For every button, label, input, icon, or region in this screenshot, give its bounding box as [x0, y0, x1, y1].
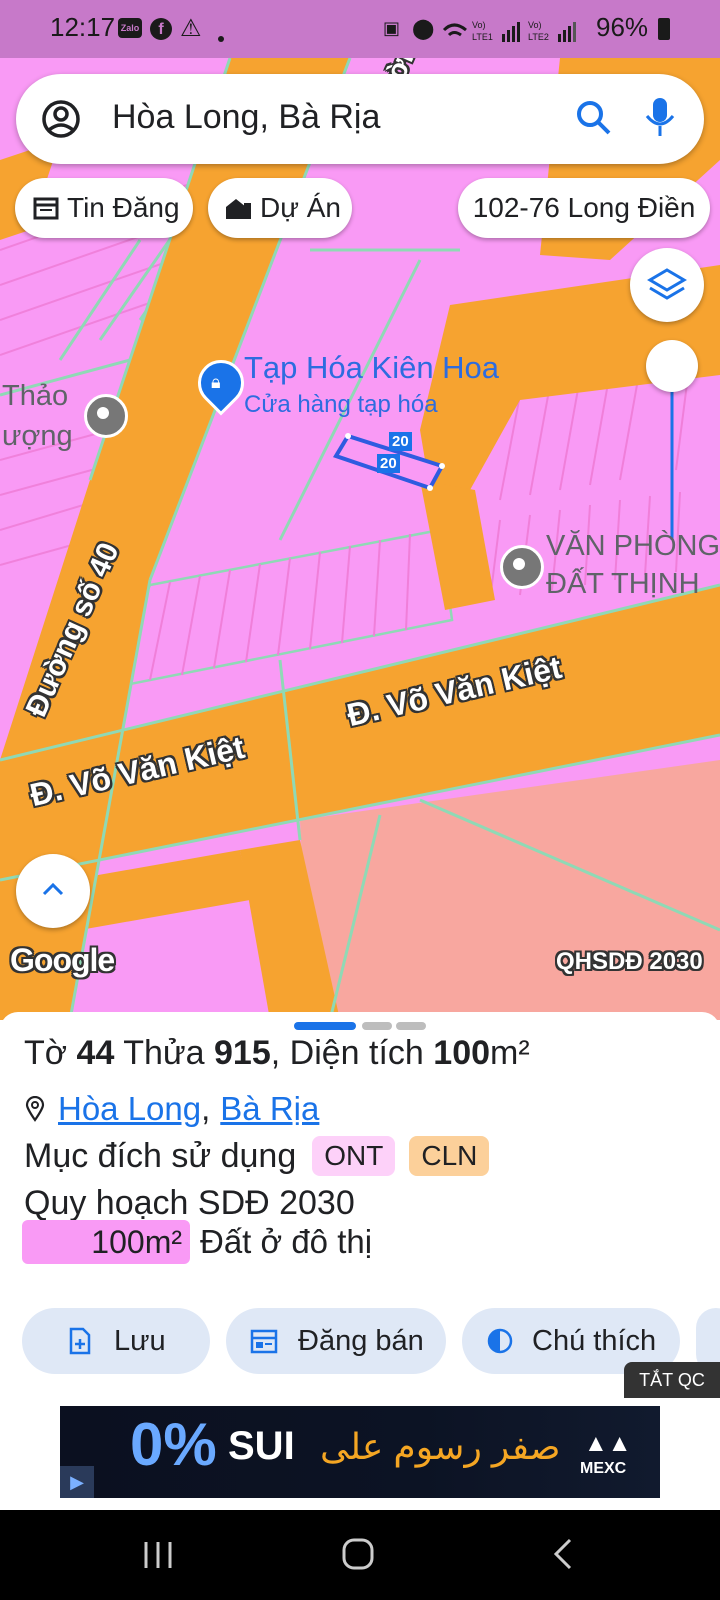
chip-du-an[interactable]: Dự Án — [208, 178, 352, 238]
post-sale-button[interactable]: Đăng bán — [226, 1308, 446, 1374]
svg-text:Vo): Vo) — [528, 20, 542, 30]
status-bar: 12:17 Zalo f ⚠ ▣ ⬤ Vo) LTE1 Vo) LTE2 96% — [0, 0, 720, 58]
back-icon[interactable] — [548, 1536, 578, 1572]
parcel-dim-label: 20 — [389, 432, 412, 451]
mexc-logo-mark: ▲▲ — [584, 1430, 632, 1457]
poi-name[interactable]: Tạp Hóa Kiên Hoa — [244, 350, 499, 386]
layers-button[interactable] — [630, 248, 704, 322]
chip-label: Dự Án — [260, 192, 341, 223]
poi-name[interactable]: Thảo — [2, 380, 68, 413]
poi-name[interactable]: ượng — [2, 420, 73, 453]
area-value: 100 — [433, 1034, 491, 1072]
ad-banner[interactable]: ▶ 0% SUI صفر رسوم على ▲▲ MEXC — [60, 1406, 660, 1498]
poi-name[interactable]: ĐẤT THỊNH — [546, 568, 700, 601]
poi-name[interactable]: VĂN PHÒNG — [546, 530, 720, 563]
location-pin-icon — [25, 1096, 45, 1122]
status-time: 12:17 — [50, 12, 116, 42]
parcel-label: Thửa — [123, 1034, 205, 1072]
area-label: , Diện tích — [270, 1034, 424, 1072]
parcel-number-value: 915 — [214, 1034, 271, 1072]
page-indicator[interactable] — [396, 1022, 426, 1030]
recent-apps-icon[interactable] — [140, 1538, 176, 1572]
pin-dot — [513, 558, 525, 570]
planning-description: Đất ở đô thị — [200, 1223, 373, 1260]
parcel-info-sheet[interactable]: Tờ 44 Thửa 915, Diện tích 100m² Hòa Long… — [0, 1012, 720, 1510]
lock-bag-glyph: 🔒︎ — [211, 372, 221, 392]
legend-label: Chú thích — [532, 1324, 657, 1357]
calendar-icon — [250, 1329, 278, 1354]
location-icon: ⬤ — [412, 18, 435, 40]
chevron-up-icon — [42, 882, 64, 896]
land-use-tag-cln[interactable]: CLN — [409, 1136, 490, 1176]
parcel-address: Hòa Long , Bà Rịa — [24, 1090, 319, 1128]
parcel-dim-label: 20 — [377, 454, 400, 473]
address-separator: , — [201, 1090, 211, 1127]
calendar-list-icon — [33, 197, 59, 220]
save-label: Lưu — [114, 1324, 166, 1357]
layer-name-label: QHSDĐ 2030 — [556, 948, 703, 975]
chip-label: Tin Đăng — [67, 192, 180, 223]
search-query[interactable]: Hòa Long, Bà Rịa — [112, 98, 380, 137]
search-icon[interactable] — [574, 98, 614, 138]
svg-text:LTE2: LTE2 — [528, 32, 549, 42]
sheet-number-value: 44 — [76, 1034, 115, 1072]
note-add-icon — [69, 1327, 91, 1355]
land-use-tag-ont[interactable]: ONT — [312, 1136, 396, 1176]
post-sale-label: Đăng bán — [298, 1324, 424, 1357]
ad-brand: MEXC — [580, 1460, 627, 1477]
poi-category: Cửa hàng tạp hóa — [244, 391, 438, 418]
battery-icon — [658, 18, 670, 40]
battery-percent: 96% — [596, 12, 649, 42]
ad-choices-icon[interactable]: ▶ — [60, 1466, 94, 1498]
svg-text:Vo): Vo) — [472, 20, 486, 30]
system-nav-bar — [0, 1510, 720, 1600]
building-icon — [226, 199, 251, 219]
planning-area-swatch: 100m² — [22, 1220, 190, 1264]
parcel-title: Tờ 44 Thửa 915, Diện tích 100m² — [24, 1034, 530, 1073]
pin-dot — [97, 407, 109, 419]
svg-text:LTE1: LTE1 — [472, 32, 493, 42]
city-link[interactable]: Bà Rịa — [220, 1090, 319, 1128]
chip-label: 102-76 Long Điền — [472, 192, 696, 223]
planning-title: Quy hoạch SDĐ 2030 — [24, 1184, 355, 1222]
chip-tin-dang[interactable]: Tin Đăng — [15, 178, 193, 238]
microphone-icon[interactable] — [642, 96, 678, 140]
ad-headline: SUI — [228, 1424, 295, 1468]
commune-link[interactable]: Hòa Long — [58, 1090, 201, 1128]
home-icon[interactable] — [340, 1536, 376, 1572]
land-purpose-label: Mục đích sử dụng — [24, 1136, 297, 1175]
dot-icon — [218, 36, 224, 42]
chip-location[interactable]: 102-76 Long Điền — [458, 178, 710, 238]
page-indicator[interactable] — [362, 1022, 392, 1030]
planning-row: 100m² Đất ở đô thị — [22, 1220, 372, 1264]
nfc-icon: ▣ — [383, 18, 401, 38]
contrast-icon — [487, 1328, 513, 1354]
ad-percent: 0% — [130, 1411, 217, 1478]
close-ads-button[interactable]: TẮT QC — [624, 1362, 720, 1398]
expand-button[interactable] — [16, 854, 90, 928]
layers-icon — [647, 268, 687, 300]
warning-icon: ⚠ — [180, 15, 202, 42]
save-button[interactable]: Lưu — [22, 1308, 210, 1374]
zalo-icon: Zalo — [118, 18, 142, 38]
sheet-label: Tờ — [24, 1034, 68, 1072]
search-bar[interactable]: Hòa Long, Bà Rịa — [16, 74, 704, 164]
account-icon[interactable] — [40, 98, 82, 140]
page-indicator-active[interactable] — [294, 1022, 356, 1030]
ad-arabic-text: صفر رسوم على — [320, 1426, 561, 1467]
google-logo: Google — [10, 942, 115, 978]
land-purpose-row: Mục đích sử dụng ONT CLN — [24, 1136, 490, 1176]
area-unit: m² — [490, 1034, 530, 1072]
facebook-icon: f — [150, 18, 172, 40]
opacity-slider-knob[interactable] — [646, 340, 698, 392]
